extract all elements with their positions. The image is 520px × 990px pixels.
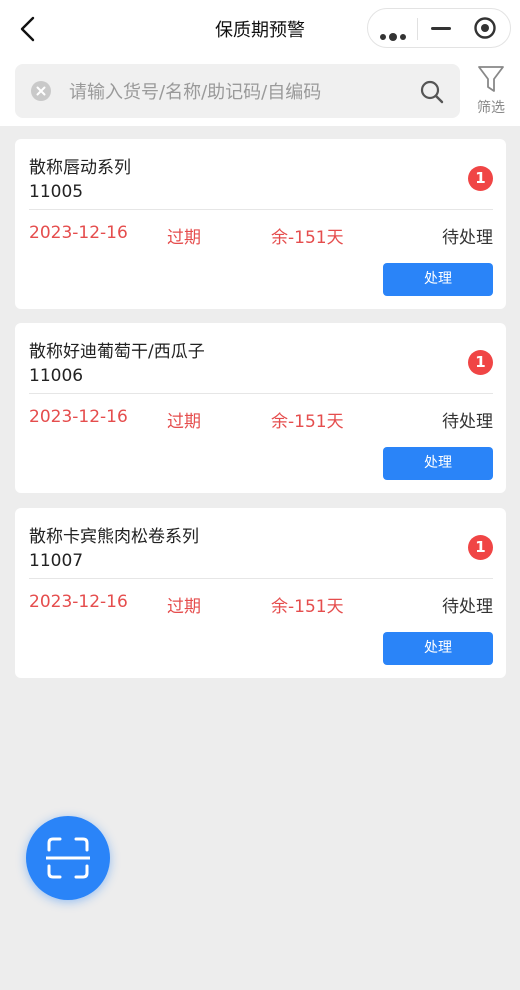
expiry-status: 过期 <box>167 228 201 248</box>
filter-icon <box>478 66 504 92</box>
search-input[interactable] <box>67 64 411 120</box>
search-icon[interactable] <box>419 79 445 109</box>
process-button[interactable]: 处理 <box>383 263 493 296</box>
minimize-icon[interactable] <box>418 9 466 47</box>
product-code: 11005 <box>29 182 84 202</box>
clear-icon[interactable] <box>31 81 51 101</box>
card-divider <box>29 209 493 210</box>
process-status: 待处理 <box>442 228 493 248</box>
alert-badge: 1 <box>468 350 493 375</box>
product-code: 11007 <box>29 551 84 571</box>
remaining-days: 余-151天 <box>271 228 344 248</box>
process-status: 待处理 <box>442 597 493 617</box>
more-dots-icon[interactable] <box>368 9 416 47</box>
product-code: 11006 <box>29 366 84 386</box>
search-box <box>15 64 460 120</box>
navigation-bar: 保质期预警 <box>0 0 520 58</box>
expiry-date: 2023-12-16 <box>29 407 128 427</box>
alert-badge: 1 <box>468 166 493 191</box>
product-name: 散称唇动系列 <box>29 158 131 178</box>
expiry-date: 2023-12-16 <box>29 223 128 243</box>
process-button[interactable]: 处理 <box>383 447 493 480</box>
search-area: 筛选 <box>0 58 520 126</box>
remaining-days: 余-151天 <box>271 412 344 432</box>
product-name: 散称好迪葡萄干/西瓜子 <box>29 342 205 362</box>
warning-card: 散称好迪葡萄干/西瓜子 11006 1 2023-12-16 过期 余-151天… <box>15 323 506 493</box>
process-button[interactable]: 处理 <box>383 632 493 665</box>
product-name: 散称卡宾熊肉松卷系列 <box>29 527 199 547</box>
card-divider <box>29 393 493 394</box>
scan-button[interactable] <box>26 816 110 900</box>
filter-label: 筛选 <box>477 100 505 116</box>
process-status: 待处理 <box>442 412 493 432</box>
alert-badge: 1 <box>468 535 493 560</box>
card-divider <box>29 578 493 579</box>
scan-icon <box>46 837 90 879</box>
expiry-status: 过期 <box>167 412 201 432</box>
filter-button[interactable]: 筛选 <box>470 62 512 118</box>
warning-card: 散称卡宾熊肉松卷系列 11007 1 2023-12-16 过期 余-151天 … <box>15 508 506 678</box>
target-close-icon[interactable] <box>464 9 512 47</box>
mini-program-capsule <box>367 8 511 48</box>
expiry-date: 2023-12-16 <box>29 592 128 612</box>
expiry-status: 过期 <box>167 597 201 617</box>
remaining-days: 余-151天 <box>271 597 344 617</box>
warning-card: 散称唇动系列 11005 1 2023-12-16 过期 余-151天 待处理 … <box>15 139 506 309</box>
